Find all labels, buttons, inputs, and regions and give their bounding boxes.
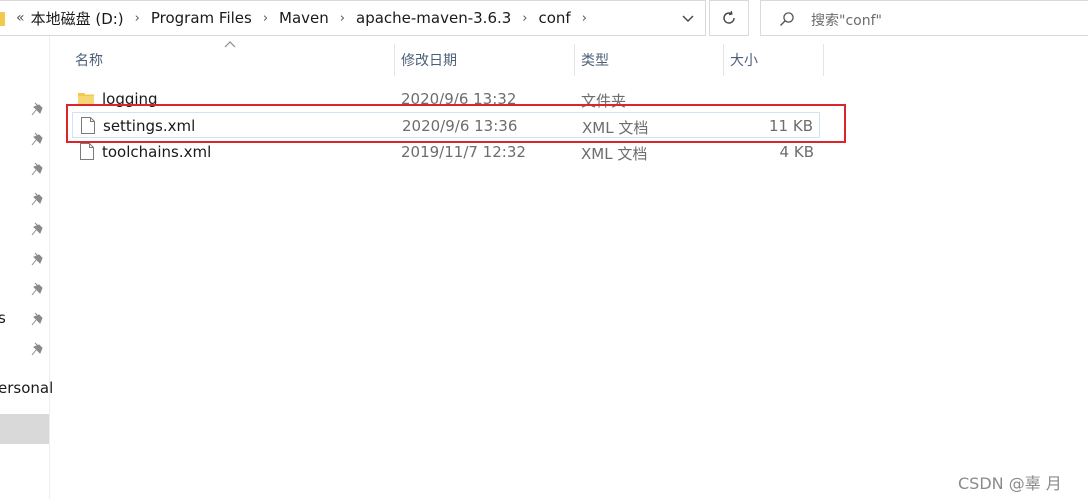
file-name: toolchains.xml [102,143,212,161]
breadcrumb-item-apache-maven[interactable]: apache-maven-3.6.3 [356,9,511,27]
chevron-right-icon[interactable]: › [582,11,587,26]
file-date: 2020/9/6 13:32 [401,90,517,108]
watermark: CSDN @辜 月 [958,474,1062,493]
pin-icon[interactable] [30,251,46,267]
file-name: settings.xml [103,117,196,135]
breadcrumb-item-drive[interactable]: 本地磁盘 (D:) [31,8,124,29]
search-input[interactable]: 搜索"conf" [760,0,1088,36]
breadcrumb-overflow-button[interactable]: « [16,10,25,26]
pin-icon[interactable] [30,311,46,327]
breadcrumb-item-program-files[interactable]: Program Files [151,9,252,27]
pin-icon[interactable] [30,161,46,177]
file-size: 11 KB [769,117,813,135]
document-icon [81,117,95,134]
column-header-type[interactable]: 类型 [575,44,723,76]
breadcrumb-item-conf[interactable]: conf [539,9,571,27]
pin-icon[interactable] [30,281,46,297]
chevron-right-icon[interactable]: › [263,11,268,26]
file-row[interactable]: settings.xml 2020/9/6 13:36 XML 文档 11 KB [72,112,820,138]
pin-icon[interactable] [30,191,46,207]
refresh-button[interactable] [709,0,749,36]
chevron-right-icon[interactable]: › [135,11,140,26]
file-explorer-window: « 本地磁盘 (D:) › Program Files › Maven › ap… [0,0,1088,499]
column-header-name[interactable]: 名称 [69,44,394,76]
search-placeholder: 搜索"conf" [811,13,882,29]
breadcrumb-item-maven[interactable]: Maven [279,9,329,27]
address-bar[interactable]: « 本地磁盘 (D:) › Program Files › Maven › ap… [0,0,706,36]
file-date: 2020/9/6 13:36 [402,117,518,135]
file-type: XML 文档 [582,119,649,137]
file-row[interactable]: toolchains.xml 2019/11/7 12:32 XML 文档 4 … [72,139,820,165]
nav-item-label[interactable]: s [0,309,6,327]
file-name: logging [102,90,158,108]
pin-icon[interactable] [30,131,46,147]
file-type: XML 文档 [581,145,648,163]
nav-item-personal[interactable]: ersonal [0,379,53,397]
search-icon [780,12,794,26]
pin-icon[interactable] [30,341,46,357]
folder-icon [0,12,5,26]
pin-icon[interactable] [30,221,46,237]
chevron-right-icon[interactable]: › [340,11,345,26]
refresh-icon [723,11,735,24]
nav-item-selected[interactable] [0,414,49,444]
file-size: 4 KB [779,143,814,161]
toolbar-row: « 本地磁盘 (D:) › Program Files › Maven › ap… [0,0,1088,36]
chevron-down-icon [682,15,694,22]
pin-icon[interactable] [30,101,46,117]
navigation-pane[interactable]: s ersonal [0,36,53,499]
file-date: 2019/11/7 12:32 [401,143,526,161]
file-row[interactable]: logging 2020/9/6 13:32 文件夹 [72,86,820,112]
breadcrumb: « 本地磁盘 (D:) › Program Files › Maven › ap… [16,1,598,35]
address-history-dropdown[interactable] [676,9,700,29]
chevron-right-icon[interactable]: › [522,11,527,26]
folder-icon [78,93,94,105]
column-header-size[interactable]: 大小 [724,44,823,76]
column-header-date[interactable]: 修改日期 [395,44,574,76]
column-divider[interactable] [823,44,824,76]
document-icon [80,143,94,160]
file-type: 文件夹 [581,92,627,110]
